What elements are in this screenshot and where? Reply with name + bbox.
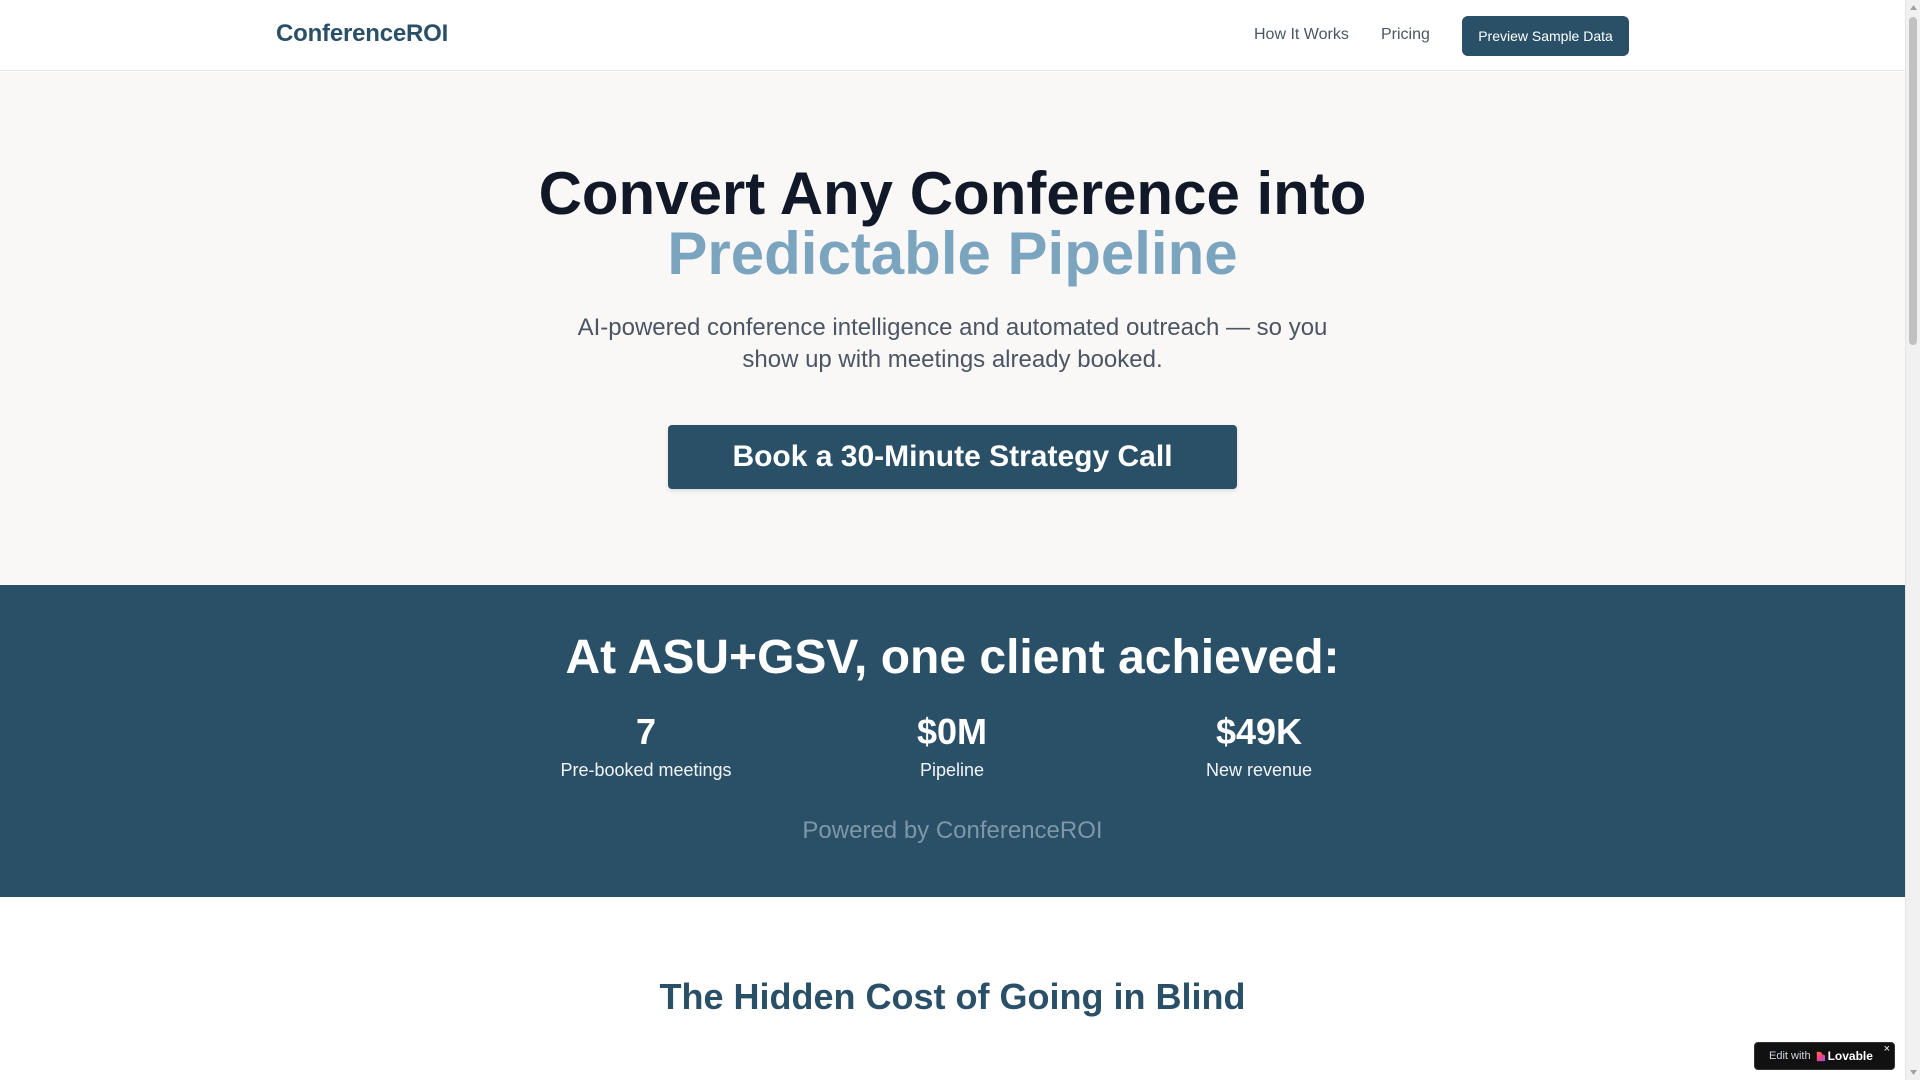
stats-section: At ASU+GSV, one client achieved: 7 Pre-b… [0,585,1905,897]
site-header: ConferenceROI How It Works Pricing Previ… [0,0,1905,71]
stat-label: Pre-booked meetings [560,760,732,780]
hidden-cost-section: The Hidden Cost of Going in Blind [0,897,1905,1080]
hero-title: Convert Any Conference into Predictable … [0,164,1905,284]
scroll-down-arrow-icon[interactable] [1906,1065,1920,1080]
stat-pipeline: $0M Pipeline [802,712,1102,782]
powered-by-text: Powered by ConferenceROI [802,817,1103,844]
edit-with-lovable-badge[interactable]: Edit with Lovable × [1754,1042,1895,1070]
logo[interactable]: ConferenceROI [276,20,448,48]
vertical-scrollbar[interactable] [1905,0,1920,1080]
nav-how-it-works[interactable]: How It Works [1254,26,1349,44]
section-title: The Hidden Cost of Going in Blind [659,976,1246,1017]
stat-meetings: 7 Pre-booked meetings [496,712,796,782]
badge-text: Edit with [1769,1050,1811,1062]
stat-label: New revenue [1205,760,1313,780]
badge-brand: Lovable [1827,1049,1873,1063]
hero-section: Convert Any Conference into Predictable … [0,72,1905,585]
stat-revenue: $49K New revenue [1109,712,1409,782]
nav-pricing[interactable]: Pricing [1381,26,1430,44]
book-strategy-call-button[interactable]: Book a 30-Minute Strategy Call [668,425,1237,489]
stat-value: $0M [916,711,988,752]
stats-title: At ASU+GSV, one client achieved: [565,631,1340,684]
scroll-up-arrow-icon[interactable] [1906,0,1920,15]
lovable-heart-icon [1816,1051,1825,1061]
hero-title-line2: Predictable Pipeline [667,220,1238,287]
stat-value: 7 [635,711,657,752]
page: ConferenceROI How It Works Pricing Previ… [0,0,1905,1080]
close-icon[interactable]: × [1884,1043,1890,1055]
stat-label: Pipeline [919,760,985,780]
hero-title-line1: Convert Any Conference into [538,160,1367,227]
hero-subtitle: AI-powered conference intelligence and a… [577,314,1328,373]
scrollbar-thumb[interactable] [1909,17,1917,345]
preview-sample-data-button[interactable]: Preview Sample Data [1462,16,1629,56]
stat-value: $49K [1215,711,1303,752]
